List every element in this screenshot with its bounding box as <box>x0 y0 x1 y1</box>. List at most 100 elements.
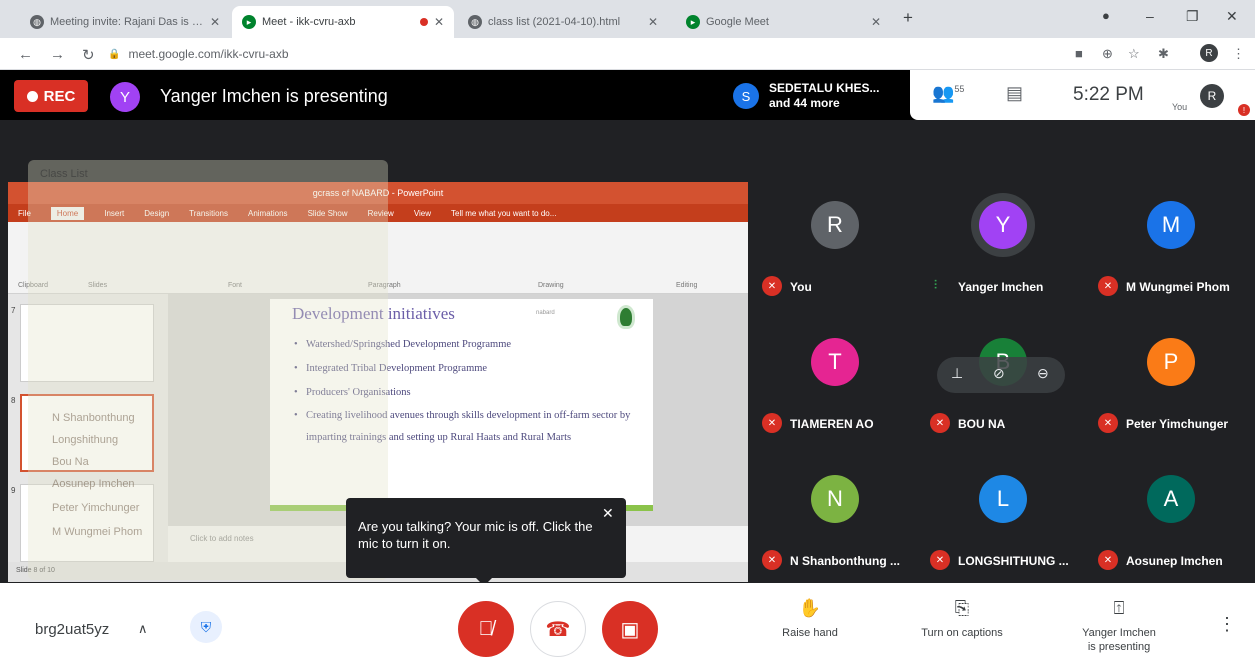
nabard-logo-icon <box>617 305 635 329</box>
profile-avatar[interactable]: R <box>1200 84 1224 108</box>
mute-participant-icon[interactable]: ⊘ <box>993 365 1005 382</box>
mic-toggle-button[interactable]: 🎙̸ <box>458 601 514 657</box>
participant-name: Yanger Imchen <box>958 280 1044 294</box>
avatar: P <box>1147 338 1195 386</box>
tab-meet[interactable]: ▸ Meet - ikk-cvru-axb ✕ <box>232 6 454 38</box>
ghost-overlay <box>28 160 388 580</box>
participant-tile[interactable]: Y ⫶ Yanger Imchen <box>920 170 1088 307</box>
browser-tab-bar: ◍ Meeting invite: Rajani Das is invi ✕ ▸… <box>0 0 1255 38</box>
presenting-title: Yanger Imchen is presenting <box>160 86 388 106</box>
ribbon-group: Drawing <box>538 282 564 289</box>
close-icon[interactable]: ✕ <box>602 505 614 522</box>
hand-icon: ✋ <box>798 598 822 618</box>
tile-hover-controls: ⊥ ⊘ ⊖ <box>937 357 1065 393</box>
pin-icon[interactable]: ⊥ <box>951 365 963 382</box>
participant-tile[interactable]: T ✕ TIAMEREN AO <box>752 307 920 444</box>
close-icon[interactable]: ✕ <box>210 15 220 29</box>
mic-off-icon: ✕ <box>762 276 782 296</box>
hang-up-icon: ☎ <box>545 618 571 641</box>
close-icon[interactable]: ✕ <box>648 15 658 29</box>
participants-chip[interactable]: S SEDETALU KHES... and 44 more <box>725 74 910 118</box>
back-icon[interactable]: ← <box>18 46 33 63</box>
meeting-code[interactable]: brg2uat5yz <box>35 621 109 638</box>
shield-icon[interactable]: ⛨ <box>190 611 222 643</box>
close-icon[interactable]: ✕ <box>434 15 444 29</box>
captions-icon: ⎘ <box>954 598 970 618</box>
camera-toggle-button[interactable]: ▣ <box>602 601 658 657</box>
camera-icon[interactable]: ■ <box>1075 46 1083 61</box>
participant-tile[interactable]: L ✕ LONGSHITHUNG ... <box>920 444 1088 581</box>
meet-icon: ▸ <box>686 15 700 29</box>
camera-off-icon: ▣ <box>620 618 640 641</box>
clock: 5:22 PM <box>1073 84 1144 105</box>
alert-badge: ! <box>1238 104 1250 116</box>
participant-tile[interactable]: N ✕ N Shanbonthung ... <box>752 444 920 581</box>
close-icon[interactable]: ✕ <box>871 15 881 29</box>
avatar: S <box>733 83 759 109</box>
avatar: M <box>1147 201 1195 249</box>
ghost-item: Bou Na <box>52 456 89 468</box>
ghost-title: Class List <box>40 168 88 180</box>
recording-dot-icon <box>419 18 428 26</box>
ghost-item: Peter Yimchunger <box>52 502 140 514</box>
participant-tile[interactable]: P ✕ Peter Yimchunger <box>1088 307 1255 444</box>
mic-off-icon: 🎙̸ <box>478 617 494 640</box>
avatar: L <box>979 475 1027 523</box>
chat-icon[interactable]: ▤ <box>1006 83 1023 104</box>
people-icon: 👥 <box>932 83 955 103</box>
globe-icon: ◍ <box>468 15 482 29</box>
presenting-button[interactable]: ⍐ Yanger Imchen is presenting <box>1064 598 1174 654</box>
present-icon: ⍐ <box>1113 598 1125 618</box>
mic-off-icon: ✕ <box>1098 413 1118 433</box>
menu-icon[interactable]: ⋮ <box>1232 46 1245 62</box>
slide-number: 8 <box>11 396 16 405</box>
raise-hand-button[interactable]: ✋ Raise hand <box>755 598 865 640</box>
address-bar: ← → ↻ 🔒 meet.google.com/ikk-cvru-axb ■ ⊕… <box>0 38 1255 70</box>
close-window-icon[interactable]: ✕ <box>1226 8 1238 25</box>
captions-button[interactable]: ⎘ Turn on captions <box>907 598 1017 640</box>
ghost-item: Longshithung <box>52 434 119 446</box>
chevron-up-icon[interactable]: ∧ <box>138 621 148 637</box>
participant-tile[interactable]: A ✕ Aosunep Imchen <box>1088 444 1255 581</box>
url-field[interactable]: 🔒 meet.google.com/ikk-cvru-axb <box>108 43 1068 65</box>
tab-google-meet[interactable]: ▸ Google Meet ✕ <box>676 6 891 38</box>
globe-icon: ◍ <box>30 15 44 29</box>
zoom-icon[interactable]: ⊕ <box>1102 46 1113 62</box>
maximize-icon[interactable]: ❐ <box>1186 8 1199 25</box>
meet-icon: ▸ <box>242 15 256 29</box>
participant-grid: R ✕ You Y ⫶ Yanger Imchen M ✕ M Wungmei … <box>750 170 1255 582</box>
tab-meeting-invite[interactable]: ◍ Meeting invite: Rajani Das is invi ✕ <box>20 6 230 38</box>
new-tab-button[interactable]: + <box>903 8 913 28</box>
ghost-item: N Shanbonthung <box>52 412 135 424</box>
minimize-icon[interactable]: – <box>1146 8 1154 24</box>
leave-call-button[interactable]: ☎ <box>530 601 586 657</box>
ribbon-tab: View <box>413 208 432 218</box>
meeting-info-panel: 👥55 ▤ 5:22 PM You R ! <box>910 70 1255 120</box>
avatar: N <box>811 475 859 523</box>
browser-profile-avatar[interactable]: R <box>1200 44 1218 62</box>
star-icon[interactable]: ☆ <box>1128 46 1140 62</box>
avatar: Y <box>979 201 1027 249</box>
forward-icon[interactable]: → <box>50 46 65 63</box>
extensions-icon[interactable]: ✱ <box>1158 46 1169 62</box>
tab-class-list[interactable]: ◍ class list (2021-04-10).html ✕ <box>458 6 668 38</box>
remove-icon[interactable]: ⊖ <box>1037 365 1049 382</box>
participant-name: TIAMEREN AO <box>790 417 874 431</box>
ribbon-tab: Tell me what you want to do... <box>451 208 557 218</box>
more-options-icon[interactable]: ⋮ <box>1218 614 1236 635</box>
participant-name: LONGSHITHUNG ... <box>958 554 1069 568</box>
participant-tile[interactable]: M ✕ M Wungmei Phom <box>1088 170 1255 307</box>
participant-tile[interactable]: R ✕ You <box>752 170 920 307</box>
participant-name: You <box>790 280 812 294</box>
people-button[interactable]: 👥55 <box>932 83 964 104</box>
tab-search-icon[interactable]: ● <box>1102 8 1110 23</box>
mic-off-icon: ✕ <box>762 413 782 433</box>
reload-icon[interactable]: ↻ <box>82 46 95 64</box>
recording-indicator[interactable]: REC <box>14 80 88 112</box>
participant-name: SEDETALU KHES... <box>769 81 880 95</box>
lock-icon: 🔒 <box>108 48 121 60</box>
participant-name: Peter Yimchunger <box>1126 417 1229 431</box>
ghost-item: Aosunep Imchen <box>52 478 135 490</box>
record-icon <box>26 90 38 102</box>
avatar: A <box>1147 475 1195 523</box>
